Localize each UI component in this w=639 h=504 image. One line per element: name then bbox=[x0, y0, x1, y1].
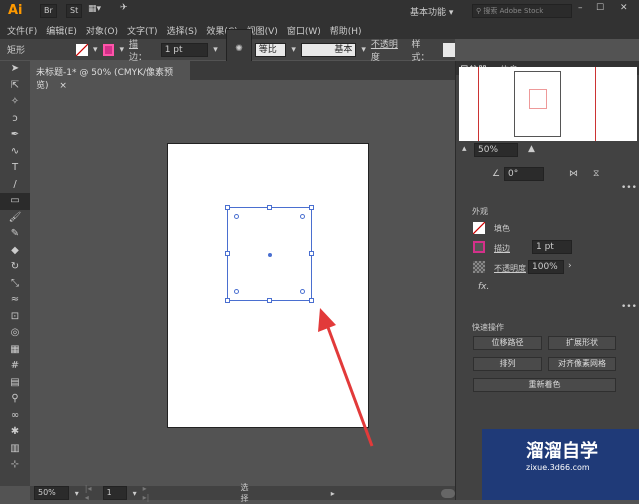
current-tool-status: 选择 bbox=[240, 483, 249, 503]
arrange-button[interactable]: 排列 bbox=[473, 357, 542, 371]
opacity-icon bbox=[473, 261, 485, 273]
fx-button[interactable]: fx. bbox=[478, 282, 489, 292]
zoom-in-icon[interactable]: ▲ bbox=[528, 144, 535, 154]
status-bar: 50% ▾ |◂ ◂ 1 ▾ ▸ ▸| 选择 ▸ bbox=[30, 483, 455, 503]
horizontal-scrollbar[interactable] bbox=[440, 488, 455, 498]
align-pixel-grid-button[interactable]: 对齐像素网格 bbox=[548, 357, 616, 371]
status-menu-icon[interactable]: ▸ bbox=[331, 489, 335, 498]
appearance-title: 外观 bbox=[472, 207, 488, 216]
expand-shape-button[interactable]: 扩展形状 bbox=[548, 336, 616, 350]
fill-swatch-panel[interactable] bbox=[473, 222, 485, 234]
fill-label: 填色 bbox=[494, 224, 510, 233]
angle-icon: ∠ bbox=[492, 169, 501, 179]
watermark-logo: 溜溜自学 zixue.3d66.com bbox=[482, 429, 639, 500]
watermark-name: 溜溜自学 bbox=[526, 441, 598, 462]
artboard-number-input[interactable]: 1 bbox=[102, 486, 127, 500]
navigator-view-box[interactable] bbox=[529, 89, 547, 109]
quick-actions-title: 快速操作 bbox=[472, 323, 504, 332]
navigator-preview[interactable] bbox=[459, 67, 637, 141]
navigator-zoom-input[interactable]: 50% bbox=[474, 143, 518, 157]
chevron-right-icon[interactable]: › bbox=[568, 261, 572, 271]
last-artboard-button[interactable]: ▸ ▸| bbox=[143, 484, 155, 502]
stroke-swatch-panel[interactable] bbox=[473, 241, 485, 253]
opacity-label-panel[interactable]: 不透明度 bbox=[494, 263, 526, 274]
stroke-weight-panel-input[interactable]: 1 pt bbox=[532, 240, 572, 254]
opacity-input[interactable]: 100% bbox=[528, 260, 564, 274]
more-options-icon[interactable]: ••• bbox=[621, 302, 637, 312]
more-options-icon[interactable]: ••• bbox=[621, 183, 637, 193]
zoom-out-icon[interactable]: ▴ bbox=[462, 144, 467, 154]
flip-horizontal-icon[interactable]: ⋈ bbox=[569, 169, 578, 179]
zoom-level-input[interactable]: 50% bbox=[34, 486, 69, 500]
first-artboard-button[interactable]: |◂ ◂ bbox=[85, 484, 97, 502]
offset-path-button[interactable]: 位移路径 bbox=[473, 336, 542, 350]
shear-angle-input[interactable]: 0° bbox=[504, 167, 544, 181]
watermark-url: zixue.3d66.com bbox=[526, 463, 590, 472]
recolor-button[interactable]: 重新着色 bbox=[473, 378, 616, 392]
stroke-label-panel[interactable]: 描边 bbox=[494, 243, 510, 254]
right-panel: 导航器 信息 ▴ 50% ▲ ∠ 0° ⋈ ⧖ ••• 外观 填色 描边 1 p… bbox=[455, 61, 639, 500]
flip-vertical-icon[interactable]: ⧖ bbox=[593, 169, 599, 179]
